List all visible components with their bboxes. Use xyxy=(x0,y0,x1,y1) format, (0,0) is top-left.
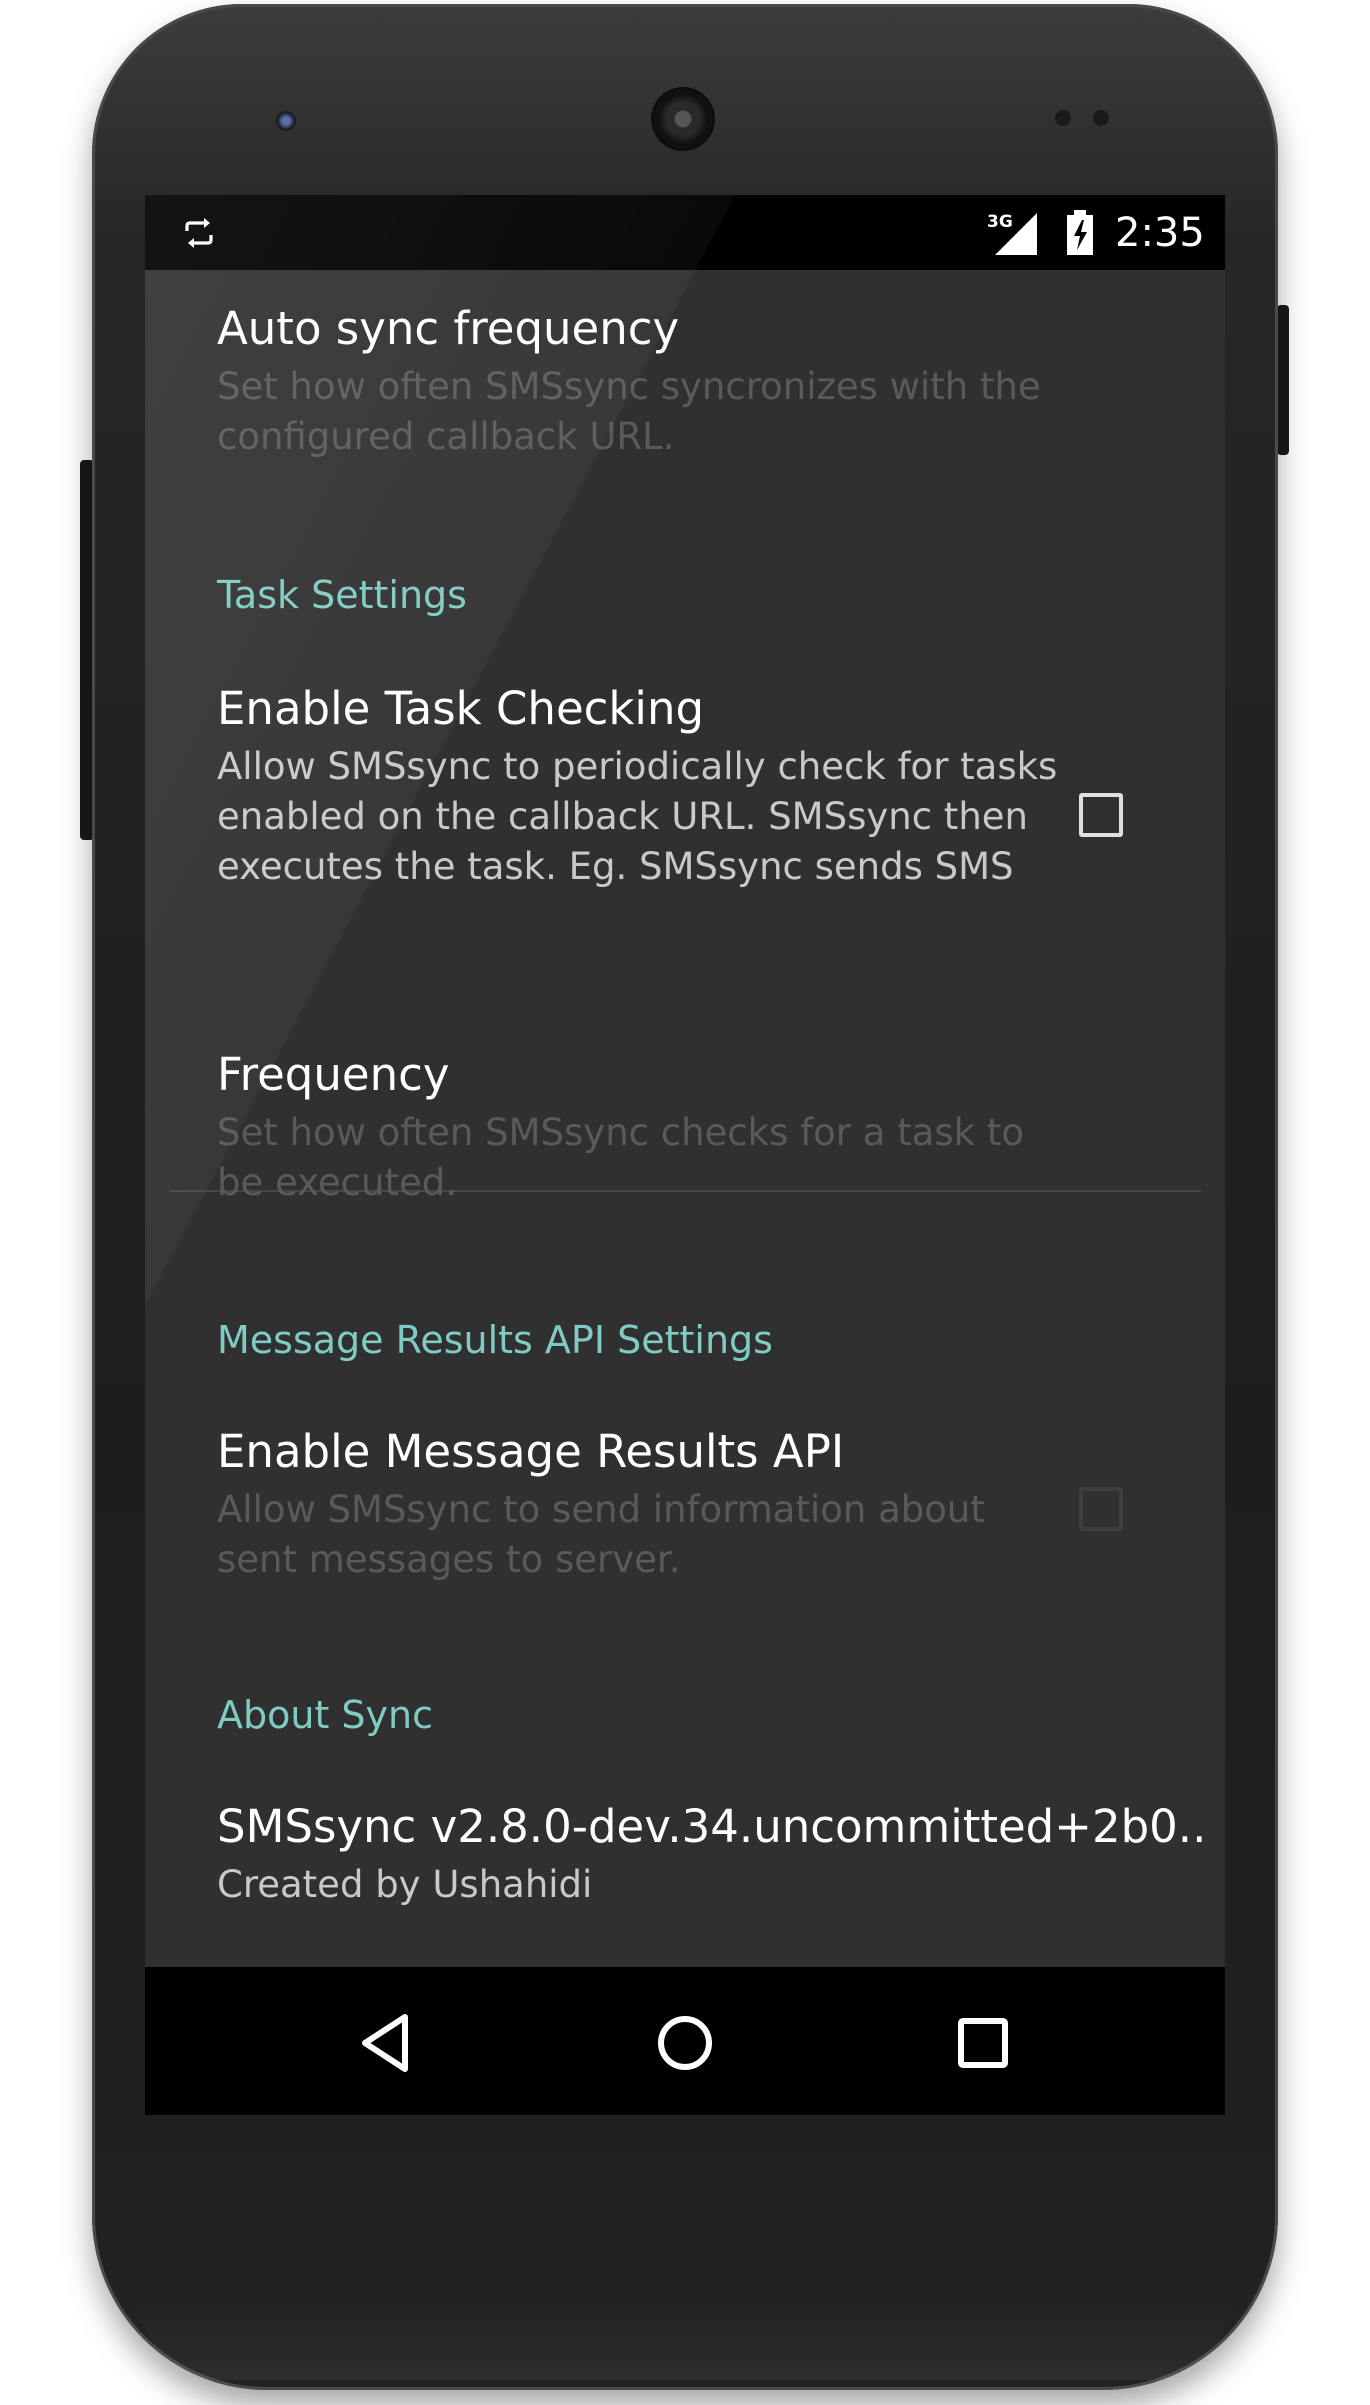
auto-sync-frequency-pref[interactable]: Auto sync frequency Set how often SMSsyn… xyxy=(217,300,1217,462)
enable-task-checking-pref[interactable]: Enable Task Checking Allow SMSsync to pe… xyxy=(217,680,1217,892)
pref-summary: Created by Ushahidi xyxy=(217,1863,593,1906)
message-results-checkbox[interactable] xyxy=(1079,1487,1123,1531)
pref-summary: Set how often SMSsync syncronizes with t… xyxy=(217,365,1041,458)
sync-icon xyxy=(185,218,213,248)
status-clock: 2:35 xyxy=(1115,210,1205,256)
pref-title: Frequency xyxy=(217,1048,450,1101)
battery-charging-icon xyxy=(1067,210,1093,255)
navigation-bar xyxy=(145,1967,1225,2115)
pref-summary: Set how often SMSsync checks for a task … xyxy=(217,1111,1024,1204)
earpiece-speaker xyxy=(654,90,712,148)
pref-title: SMSsync v2.8.0-dev.34.uncommitted+2b0.. xyxy=(217,1800,1207,1853)
phone-edge-highlight xyxy=(140,2300,1230,2380)
task-checking-checkbox[interactable] xyxy=(1079,793,1123,837)
pref-summary: Allow SMSsync to periodically check for … xyxy=(217,745,1058,888)
category-message-results: Message Results API Settings xyxy=(217,1318,773,1362)
home-icon[interactable] xyxy=(653,2011,717,2075)
recents-icon[interactable] xyxy=(951,2011,1015,2075)
network-type-label: 3G xyxy=(987,212,1013,232)
front-camera xyxy=(276,111,296,131)
status-bar: 3G 2:35 xyxy=(145,195,1225,270)
proximity-sensor xyxy=(1055,110,1071,126)
light-sensor xyxy=(1093,110,1109,126)
device-mockup: 3G 2:35 Auto sync frequency Set how ofte… xyxy=(0,0,1370,2405)
frequency-pref[interactable]: Frequency Set how often SMSsync checks f… xyxy=(217,1046,1217,1208)
screen: 3G 2:35 Auto sync frequency Set how ofte… xyxy=(145,195,1225,2115)
category-task-settings: Task Settings xyxy=(217,573,467,617)
signal-icon: 3G xyxy=(987,212,1037,255)
pref-title: Auto sync frequency xyxy=(217,302,680,355)
pref-title: Enable Message Results API xyxy=(217,1425,845,1478)
pref-title: Enable Task Checking xyxy=(217,682,705,735)
preference-list[interactable]: Auto sync frequency Set how often SMSsyn… xyxy=(145,270,1225,1967)
about-pref[interactable]: SMSsync v2.8.0-dev.34.uncommitted+2b0.. … xyxy=(217,1798,1217,1910)
pref-summary: Allow SMSsync to send information about … xyxy=(217,1488,985,1581)
back-icon[interactable] xyxy=(355,2011,419,2075)
enable-message-results-pref[interactable]: Enable Message Results API Allow SMSsync… xyxy=(217,1423,1217,1585)
power-button xyxy=(1277,305,1289,455)
category-about-sync: About Sync xyxy=(217,1693,434,1737)
